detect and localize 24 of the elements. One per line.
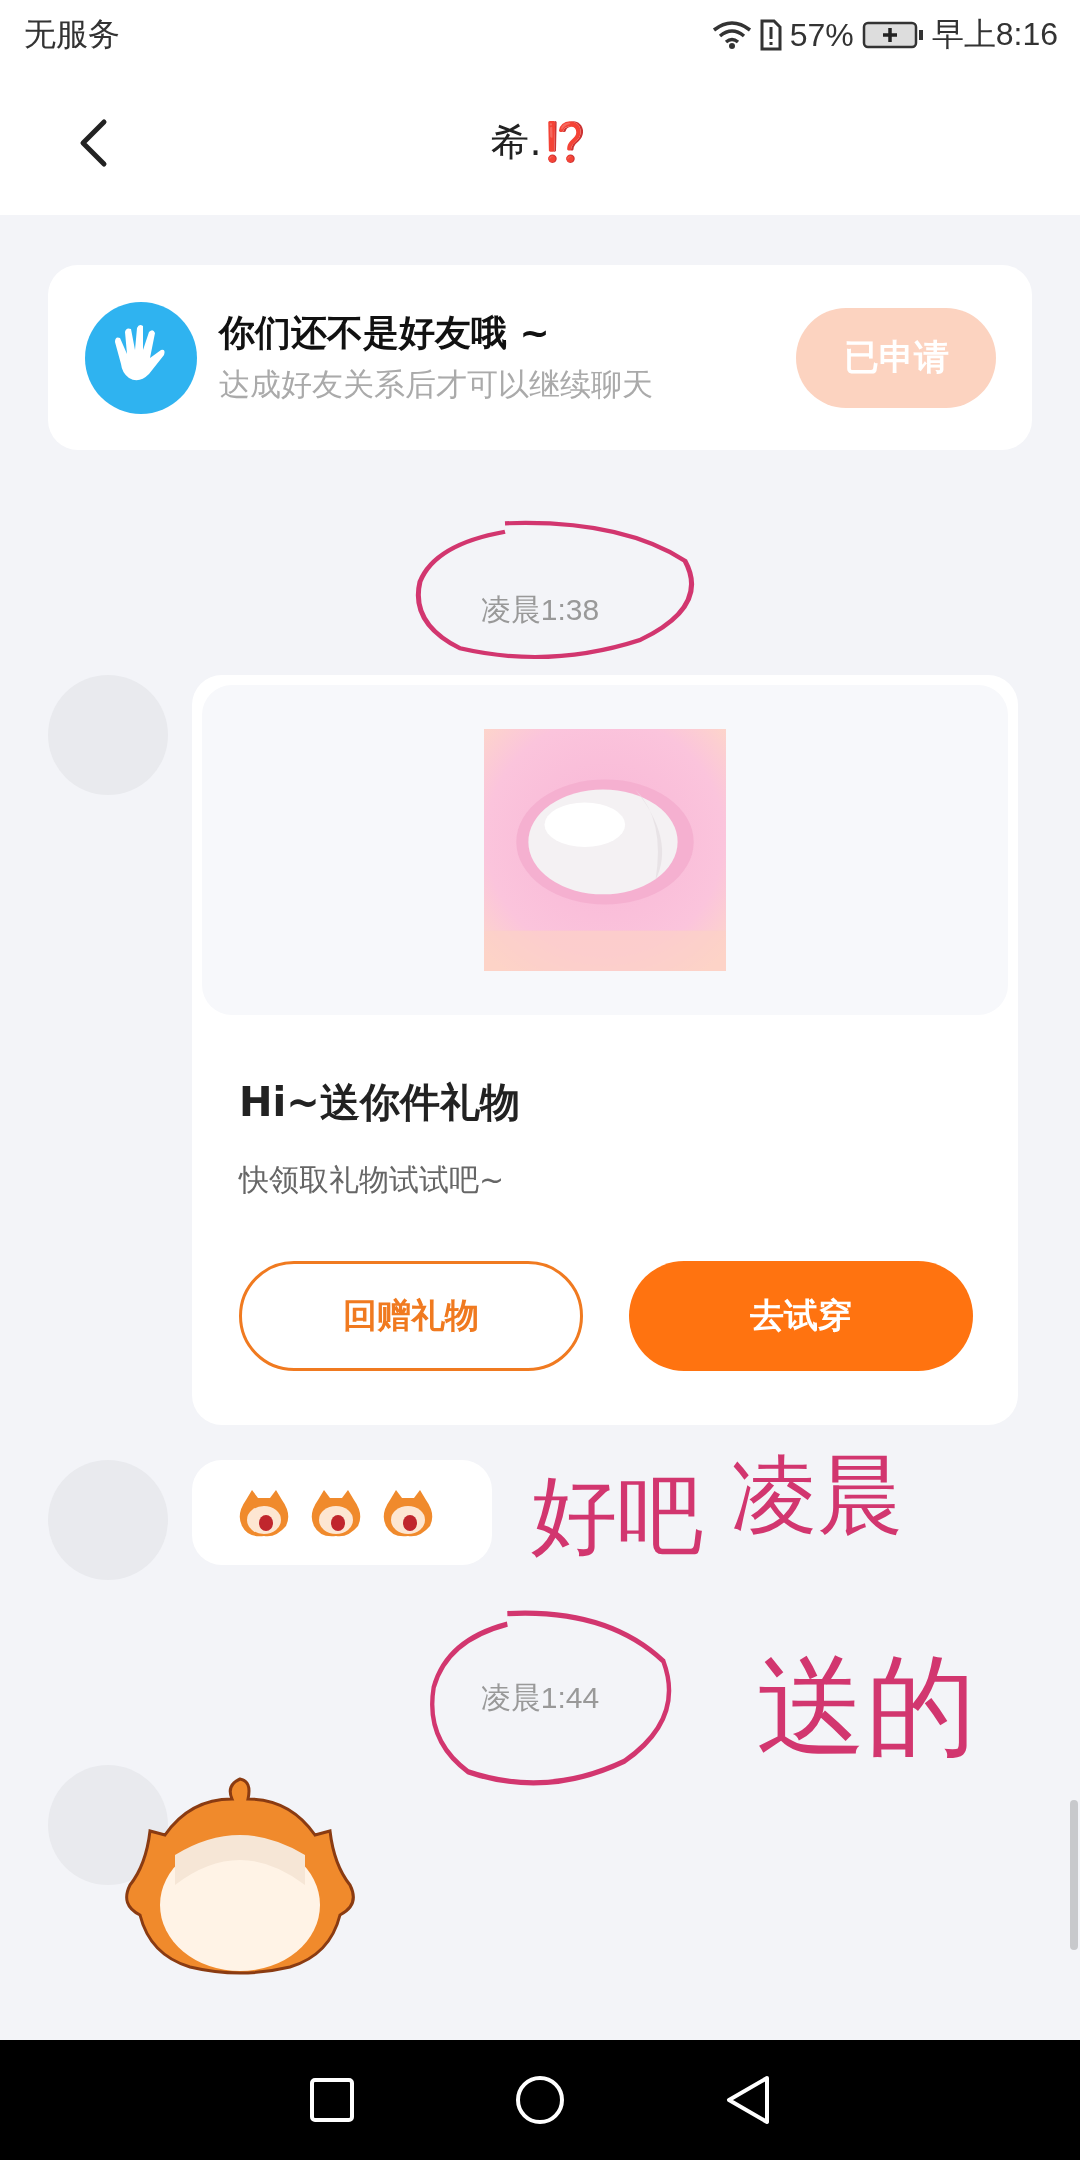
- clock-text: 早上8:16: [931, 15, 1058, 54]
- scrollbar[interactable]: [1070, 1800, 1078, 1950]
- back-icon[interactable]: [78, 118, 108, 168]
- try-on-button[interactable]: 去试穿: [629, 1261, 973, 1371]
- return-gift-button[interactable]: 回赠礼物: [239, 1261, 583, 1371]
- back-nav-icon[interactable]: [725, 2075, 771, 2125]
- home-icon[interactable]: [515, 2075, 565, 2125]
- message-time: 凌晨1:38: [480, 591, 600, 628]
- wifi-icon: [711, 20, 752, 50]
- carrier-text: 无服务: [24, 14, 120, 55]
- recent-apps-icon[interactable]: [309, 2077, 355, 2123]
- notice-subtitle: 达成好友关系后才可以继续聊天: [219, 365, 654, 404]
- battery-percent: 57%: [789, 16, 854, 54]
- handwritten-note: 送的: [755, 1641, 977, 1772]
- chat-title: 希.⁉: [491, 119, 589, 166]
- handwritten-note: 凌晨: [730, 1444, 904, 1547]
- handwritten-note: 好吧: [530, 1464, 704, 1567]
- sim-alert-icon: [759, 19, 782, 51]
- gift-subtitle: 快领取礼物试试吧~: [239, 1161, 506, 1199]
- message-time: 凌晨1:44: [480, 1679, 600, 1716]
- battery-icon: [861, 21, 924, 49]
- waving-hand-icon: [85, 301, 197, 414]
- gift-title: Hi~送你件礼物: [239, 1078, 521, 1127]
- notice-title: 你们还不是好友哦 ~: [219, 311, 551, 355]
